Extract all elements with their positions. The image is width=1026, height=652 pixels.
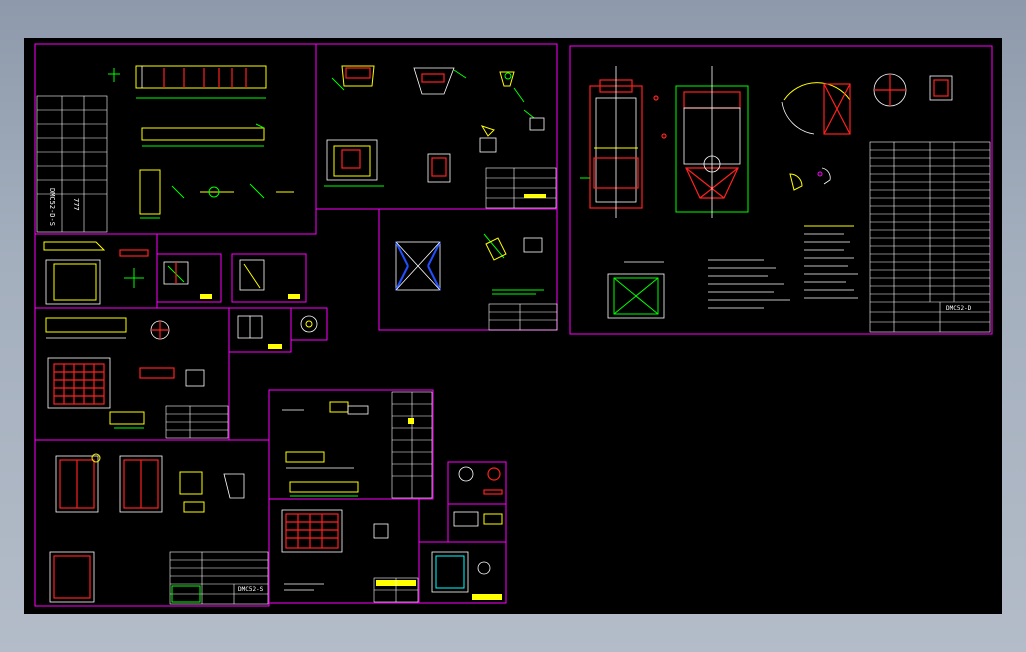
- view-box-section: [324, 109, 545, 187]
- view-main-detail-curves: [789, 167, 831, 191]
- view-main-plan-bottom: [607, 261, 665, 319]
- view-main-side-elevation: [675, 66, 749, 218]
- view-double-frame: [55, 453, 163, 513]
- title-block-top-middle: [485, 167, 557, 209]
- view-beam-section: [141, 123, 265, 147]
- view-small-d-e: [237, 315, 318, 349]
- title-block-vertical: DMC52-D-S 777: [36, 95, 108, 233]
- view-bottom-grid: [281, 509, 389, 591]
- view-small-c: [239, 259, 300, 299]
- view-diagonal-brace: [395, 233, 543, 291]
- cad-viewport[interactable]: DMC52-D-S 777 DMC52-D DMC52-S: [24, 38, 1002, 614]
- bottom-drawing-number: DMC52-S: [238, 586, 264, 593]
- cad-drawing-canvas[interactable]: DMC52-D-S 777 DMC52-D DMC52-S: [24, 38, 1002, 614]
- view-rail-elevation: [108, 65, 267, 99]
- vertical-drawing-number: DMC52-D-S: [48, 188, 56, 226]
- view-bracket: [139, 169, 294, 219]
- title-block-bottom-left: DMC52-S: [169, 551, 269, 605]
- title-block-bottom-center: [373, 577, 419, 603]
- view-small-a: [43, 241, 149, 305]
- view-small-f-g-h: [431, 466, 503, 600]
- view-bottom-box: [49, 471, 245, 603]
- title-block-main: DMC52-D: [869, 141, 991, 333]
- view-small-b: [163, 261, 212, 299]
- rotated-code-label: 777: [72, 198, 80, 211]
- view-grid-plate: [45, 317, 205, 429]
- sheet-small-e[interactable]: [290, 307, 328, 341]
- view-main-plan-circle: [781, 73, 953, 135]
- view-hopper-section: [331, 65, 525, 103]
- title-block-middle-right: [488, 289, 558, 331]
- title-block-middle-bottom: [391, 391, 433, 499]
- main-notes-block: [708, 225, 858, 309]
- view-main-front-elevation: [580, 66, 667, 218]
- main-drawing-number: DMC52-D: [946, 305, 972, 312]
- sheet-top-middle[interactable]: [315, 43, 558, 210]
- sheet-bottom-left[interactable]: [34, 439, 270, 607]
- view-channel-details: [282, 401, 369, 497]
- sheet-small-g[interactable]: [447, 503, 507, 543]
- title-block-grid-plate: [165, 405, 229, 439]
